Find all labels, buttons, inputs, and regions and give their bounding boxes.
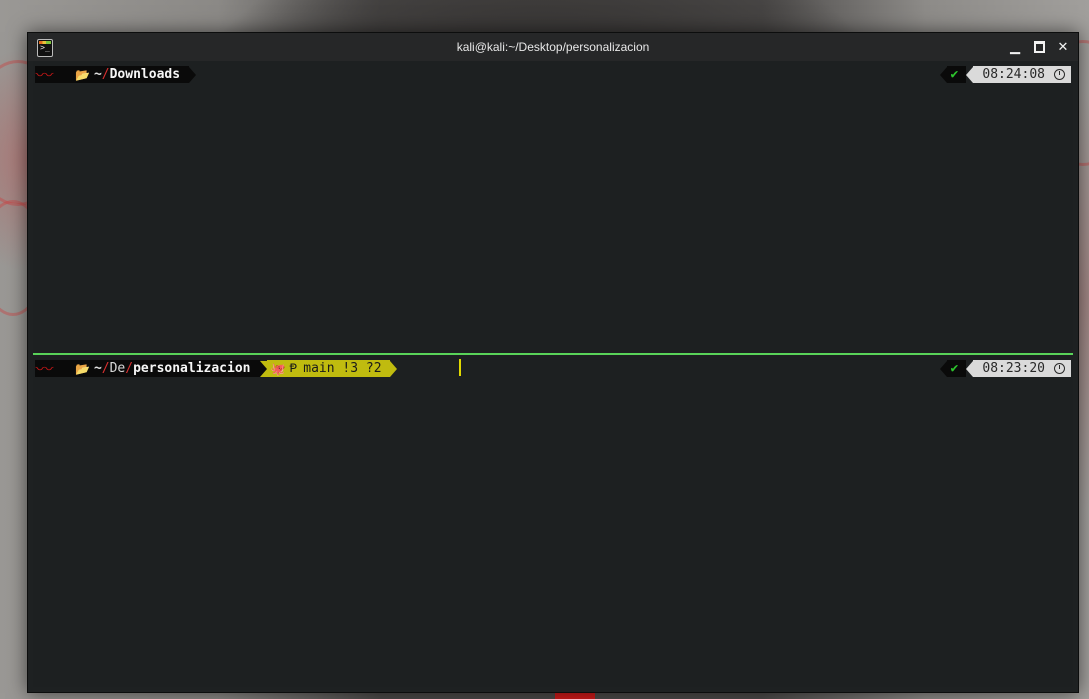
terminal-area[interactable]: 〰 📂 ~ / Downloads ✔ 08:24:08 〰 📂 ~ / De …: [33, 61, 1073, 687]
status-segment: ✔: [946, 360, 967, 377]
git-branch-icon: Ᵽ: [289, 361, 298, 376]
time-segment: 08:23:20: [973, 360, 1071, 377]
prompt-time: 08:24:08: [982, 67, 1045, 82]
segment-arrow: [966, 66, 974, 83]
status-segment: ✔: [946, 66, 967, 83]
segment-arrow: [259, 360, 267, 377]
close-icon[interactable]: ✕: [1056, 40, 1070, 55]
github-icon: 🐙: [270, 361, 286, 376]
window-controls: ▁ ✕: [1008, 33, 1070, 61]
window-title: kali@kali:~/Desktop/personalizacion: [456, 40, 650, 54]
clock-icon: [1054, 363, 1065, 374]
path-separator: /: [101, 361, 110, 376]
terminal-window: >_ kali@kali:~/Desktop/personalizacion ▁…: [27, 32, 1079, 693]
maximize-icon[interactable]: [1032, 40, 1046, 55]
path-separator: /: [125, 361, 134, 376]
clock-icon: [1054, 69, 1065, 80]
path-current-dir: Downloads: [109, 67, 181, 82]
git-segment: 🐙 Ᵽ main !3 ?2: [266, 360, 390, 377]
segment-arrow: [189, 66, 197, 83]
prompt-path-segment: 〰 📂 ~ / De / personalizacion: [35, 360, 260, 377]
text-cursor: [459, 359, 461, 376]
prompt: 〰 📂 ~ / De / personalizacion 🐙 Ᵽ main !3 ?2: [35, 360, 397, 377]
segment-arrow: [966, 360, 974, 377]
prompt-time: 08:23:20: [982, 361, 1045, 376]
right-prompt: ✔ 08:23:20: [939, 360, 1071, 377]
segment-arrow: [939, 360, 947, 377]
terminal-pane-bottom[interactable]: 〰 📂 ~ / De / personalizacion 🐙 Ᵽ main !3 ?2 …: [33, 355, 1073, 687]
path-separator: /: [101, 67, 110, 82]
time-segment: 08:24:08: [973, 66, 1071, 83]
path-home: ~: [93, 67, 102, 82]
kali-dragon-icon: 〰: [35, 362, 54, 376]
path-parent-dir: De: [109, 361, 126, 376]
minimize-icon[interactable]: ▁: [1008, 40, 1022, 55]
git-status: main !3 ?2: [303, 361, 382, 376]
segment-arrow: [389, 360, 397, 377]
title-bar[interactable]: >_ kali@kali:~/Desktop/personalizacion ▁…: [28, 33, 1078, 61]
path-home: ~: [93, 361, 102, 376]
prompt: 〰 📂 ~ / Downloads: [35, 66, 197, 83]
status-ok-icon: ✔: [950, 67, 959, 82]
right-prompt: ✔ 08:24:08: [939, 66, 1071, 83]
segment-arrow: [939, 66, 947, 83]
prompt-path-segment: 〰 📂 ~ / Downloads: [35, 66, 190, 83]
path-current-dir: personalizacion: [133, 361, 251, 376]
status-ok-icon: ✔: [950, 361, 959, 376]
kali-dragon-icon: 〰: [35, 68, 54, 82]
terminal-pane-top[interactable]: 〰 📂 ~ / Downloads ✔ 08:24:08: [33, 61, 1073, 353]
folder-open-icon: 📂: [75, 67, 90, 82]
folder-open-icon: 📂: [75, 361, 90, 376]
